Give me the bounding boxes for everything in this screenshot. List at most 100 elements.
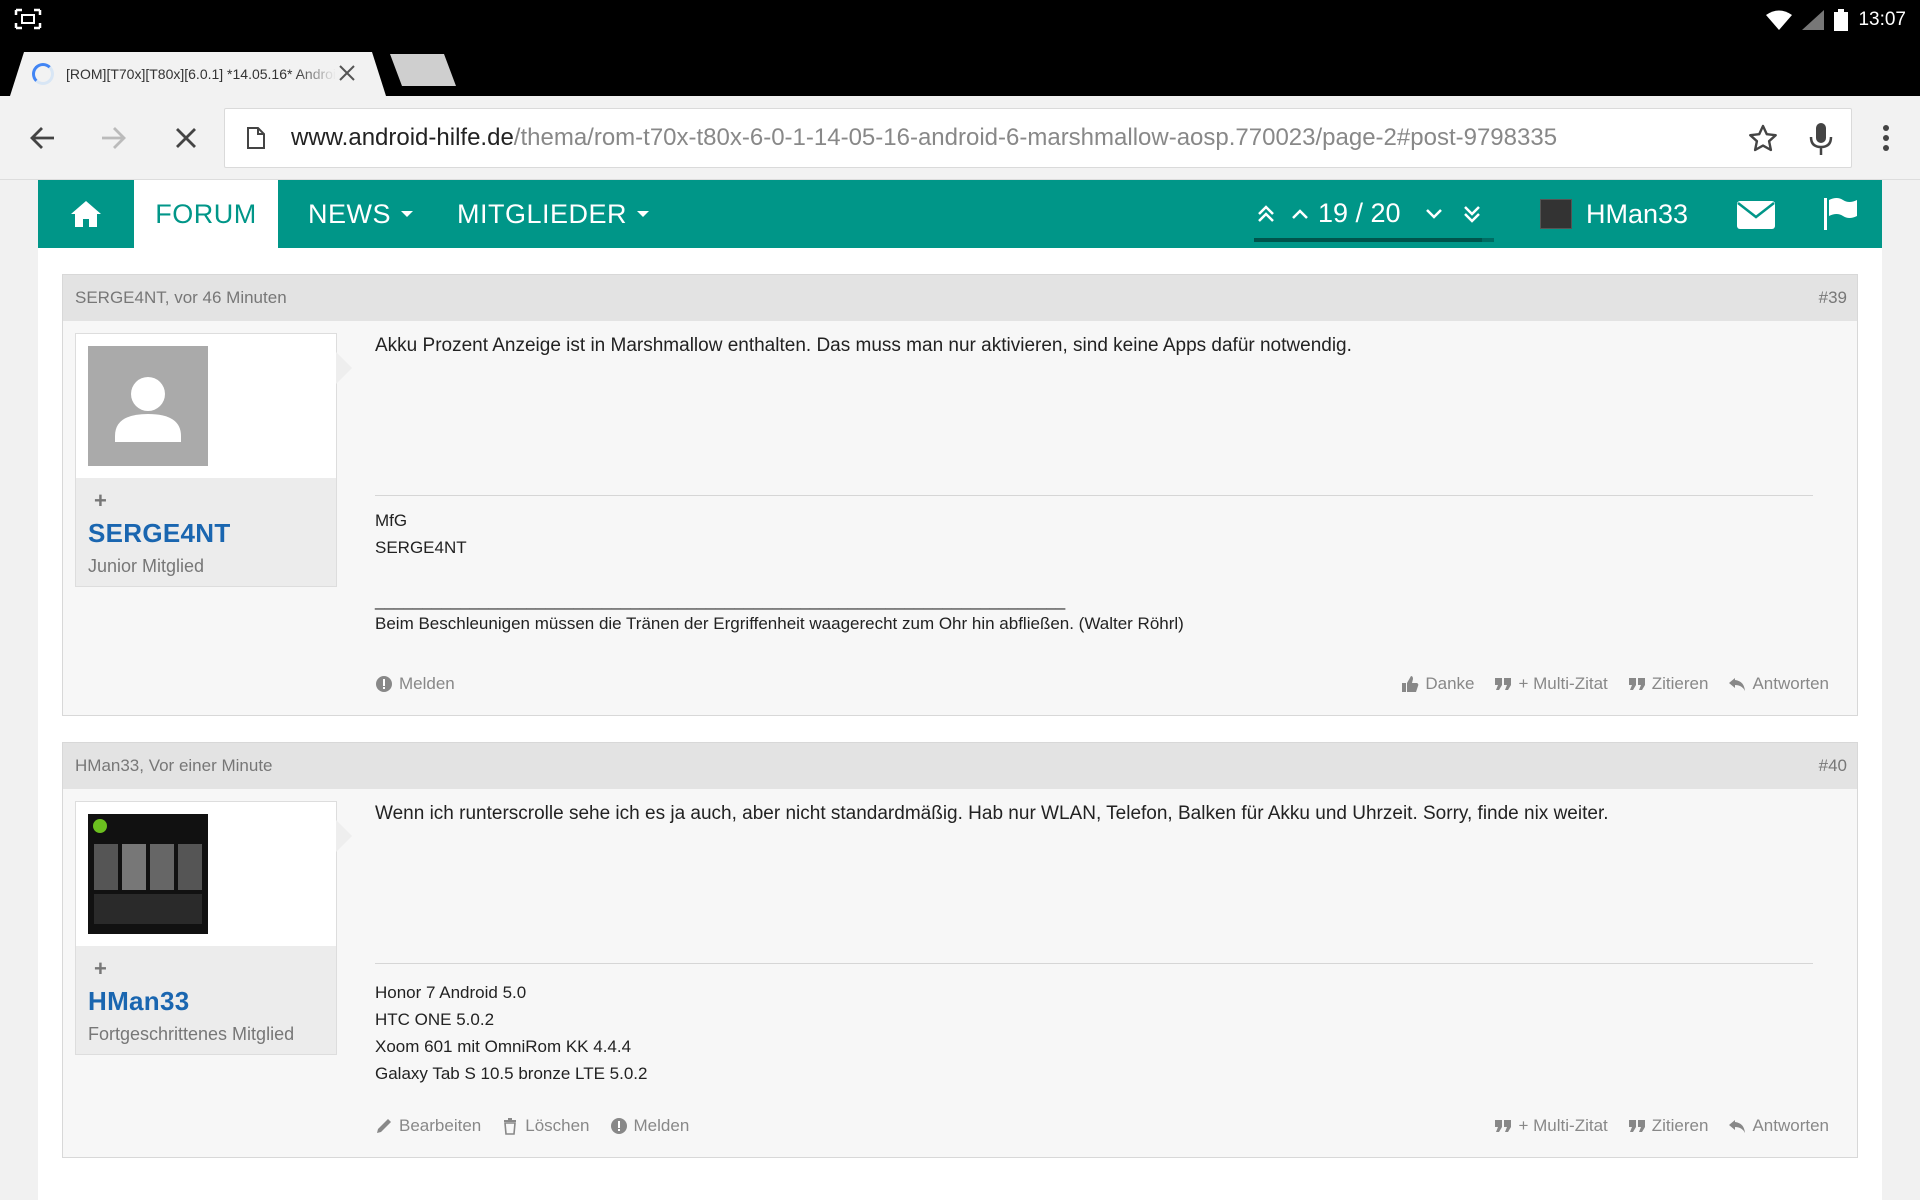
multi-quote-button[interactable]: + Multi-Zitat	[1494, 1116, 1608, 1136]
delete-label: Löschen	[525, 1116, 590, 1135]
home-icon	[71, 201, 101, 227]
battery-icon	[1834, 9, 1849, 31]
clock: 13:07	[1858, 9, 1906, 30]
thanks-button[interactable]: Danke	[1401, 674, 1474, 694]
more-vert-icon	[1883, 125, 1889, 151]
url-bar[interactable]: www.android-hilfe.de/thema/rom-t70x-t80x…	[224, 108, 1852, 168]
post-username[interactable]: HMan33	[88, 986, 190, 1017]
user-info-box: + HMan33 Fortgeschrittenes Mitglied	[75, 801, 352, 1055]
envelope-icon[interactable]	[1736, 200, 1776, 230]
last-page-icon[interactable]	[1460, 202, 1484, 226]
forward-arrow-icon	[102, 127, 126, 149]
signature-line: SERGE4NT	[375, 538, 467, 557]
url-path: /thema/rom-t70x-t80x-6-0-1-14-05-16-andr…	[513, 124, 1558, 151]
reply-label: Antworten	[1752, 1116, 1829, 1135]
user-avatar-image[interactable]	[88, 814, 208, 934]
expand-plus-icon[interactable]: +	[94, 488, 107, 514]
reply-button[interactable]: Antworten	[1728, 674, 1829, 694]
browser-tab-active[interactable]: [ROM][T70x][T80x][6.0.1] *14.05.16* Andr…	[10, 52, 386, 96]
site-navigation: FORUM NEWS MITGLIEDER 19 / 20 HMan33	[38, 180, 1882, 248]
nav-members-menu[interactable]: MITGLIEDER	[457, 180, 650, 248]
multi-quote-label: + Multi-Zitat	[1518, 1116, 1608, 1135]
thanks-label: Danke	[1425, 674, 1475, 693]
report-label: Melden	[633, 1116, 690, 1135]
signature-line: ________________________________________…	[375, 591, 1066, 610]
page-indicator[interactable]: 19 / 20	[1318, 198, 1401, 229]
post-author-line[interactable]: SERGE4NT, vor 46 Minuten	[75, 288, 287, 308]
expand-plus-icon[interactable]: +	[94, 956, 107, 982]
screenshot-icon	[14, 8, 42, 30]
trash-icon	[504, 1118, 517, 1135]
flag-icon[interactable]	[1822, 196, 1860, 232]
edit-button[interactable]: Bearbeiten	[375, 1116, 481, 1136]
multi-quote-label: + Multi-Zitat	[1518, 674, 1608, 693]
post-author-line[interactable]: HMan33, Vor einer Minute	[75, 756, 273, 776]
delete-button[interactable]: Löschen	[501, 1116, 590, 1136]
post-number[interactable]: #40	[1819, 756, 1847, 776]
speech-pointer	[336, 820, 352, 852]
post-actions: Melden Danke + Multi-Zitat Zitieren Antw…	[375, 669, 1829, 699]
user-rank: Fortgeschrittenes Mitglied	[88, 1024, 295, 1044]
signature-line: Galaxy Tab S 10.5 bronze LTE 5.0.2	[375, 1064, 648, 1083]
back-button[interactable]	[22, 118, 62, 158]
post-header: SERGE4NT, vor 46 Minuten #39	[63, 275, 1857, 321]
user-menu[interactable]: HMan33	[1540, 180, 1688, 248]
new-tab-button[interactable]	[390, 54, 456, 86]
nav-username: HMan33	[1586, 198, 1689, 229]
quote-icon	[1628, 1120, 1645, 1132]
nav-forum-tab[interactable]: FORUM	[134, 180, 278, 248]
browser-menu-button[interactable]	[1866, 118, 1906, 158]
warning-circle-icon	[610, 1118, 627, 1134]
nav-members-label: MITGLIEDER	[457, 198, 628, 229]
quote-button[interactable]: Zitieren	[1628, 674, 1708, 694]
signature-divider	[375, 495, 1813, 496]
forum-post: SERGE4NT, vor 46 Minuten #39 + SERGE4NT …	[62, 274, 1858, 716]
quote-icon	[1495, 1120, 1512, 1132]
report-button[interactable]: Melden	[375, 674, 455, 694]
reply-button[interactable]: Antworten	[1728, 1116, 1829, 1136]
post-header: HMan33, Vor einer Minute #40	[63, 743, 1857, 789]
quote-label: Zitieren	[1651, 1116, 1709, 1135]
bookmark-star-icon[interactable]	[1747, 123, 1779, 155]
pencil-icon	[377, 1119, 391, 1133]
nav-news-menu[interactable]: NEWS	[308, 180, 413, 248]
speech-pointer	[336, 352, 352, 384]
forward-button[interactable]	[94, 118, 134, 158]
stop-loading-button[interactable]	[166, 118, 206, 158]
reply-arrow-icon	[1729, 678, 1746, 691]
page-navigator: 19 / 20	[1254, 180, 1494, 248]
multi-quote-button[interactable]: + Multi-Zitat	[1494, 674, 1608, 694]
microphone-icon[interactable]	[1805, 121, 1837, 157]
signature-line: HTC ONE 5.0.2	[375, 1010, 495, 1029]
quote-icon	[1628, 678, 1645, 690]
page-info-icon[interactable]	[247, 127, 265, 149]
user-rank: Junior Mitglied	[88, 556, 205, 576]
page-progress-fill	[1254, 238, 1482, 242]
previous-page-icon[interactable]	[1288, 202, 1312, 226]
reply-label: Antworten	[1752, 674, 1829, 693]
post-username[interactable]: SERGE4NT	[88, 518, 231, 549]
report-button[interactable]: Melden	[610, 1116, 690, 1136]
url-text[interactable]: www.android-hilfe.de/thema/rom-t70x-t80x…	[291, 124, 1557, 152]
browser-toolbar: www.android-hilfe.de/thema/rom-t70x-t80x…	[0, 96, 1920, 180]
signature-line: Honor 7 Android 5.0	[375, 983, 527, 1002]
quote-button[interactable]: Zitieren	[1628, 1116, 1709, 1136]
post-number[interactable]: #39	[1819, 288, 1847, 308]
first-page-icon[interactable]	[1254, 202, 1278, 226]
url-host: www.android-hilfe.de	[291, 124, 514, 151]
next-page-icon[interactable]	[1422, 202, 1446, 226]
user-info-box: + SERGE4NT Junior Mitglied	[75, 333, 352, 587]
post-signature: Honor 7 Android 5.0 HTC ONE 5.0.2 Xoom 6…	[375, 979, 647, 1087]
reply-arrow-icon	[1729, 1120, 1746, 1133]
stop-x-icon	[176, 128, 196, 148]
user-avatar	[1540, 199, 1572, 229]
forum-post: HMan33, Vor einer Minute #40 + HMan33 Fo…	[62, 742, 1858, 1158]
nav-news-label: NEWS	[308, 198, 391, 229]
signature-line	[375, 561, 1184, 588]
home-button[interactable]	[38, 180, 134, 248]
close-tab-icon[interactable]	[336, 62, 358, 84]
tab-strip: [ROM][T70x][T80x][6.0.1] *14.05.16* Andr…	[0, 40, 1920, 96]
signature-line: Beim Beschleunigen müssen die Tränen der…	[375, 614, 1184, 633]
post-message: Wenn ich runterscrolle sehe ich es ja au…	[375, 803, 1609, 824]
default-avatar-icon[interactable]	[88, 346, 208, 466]
